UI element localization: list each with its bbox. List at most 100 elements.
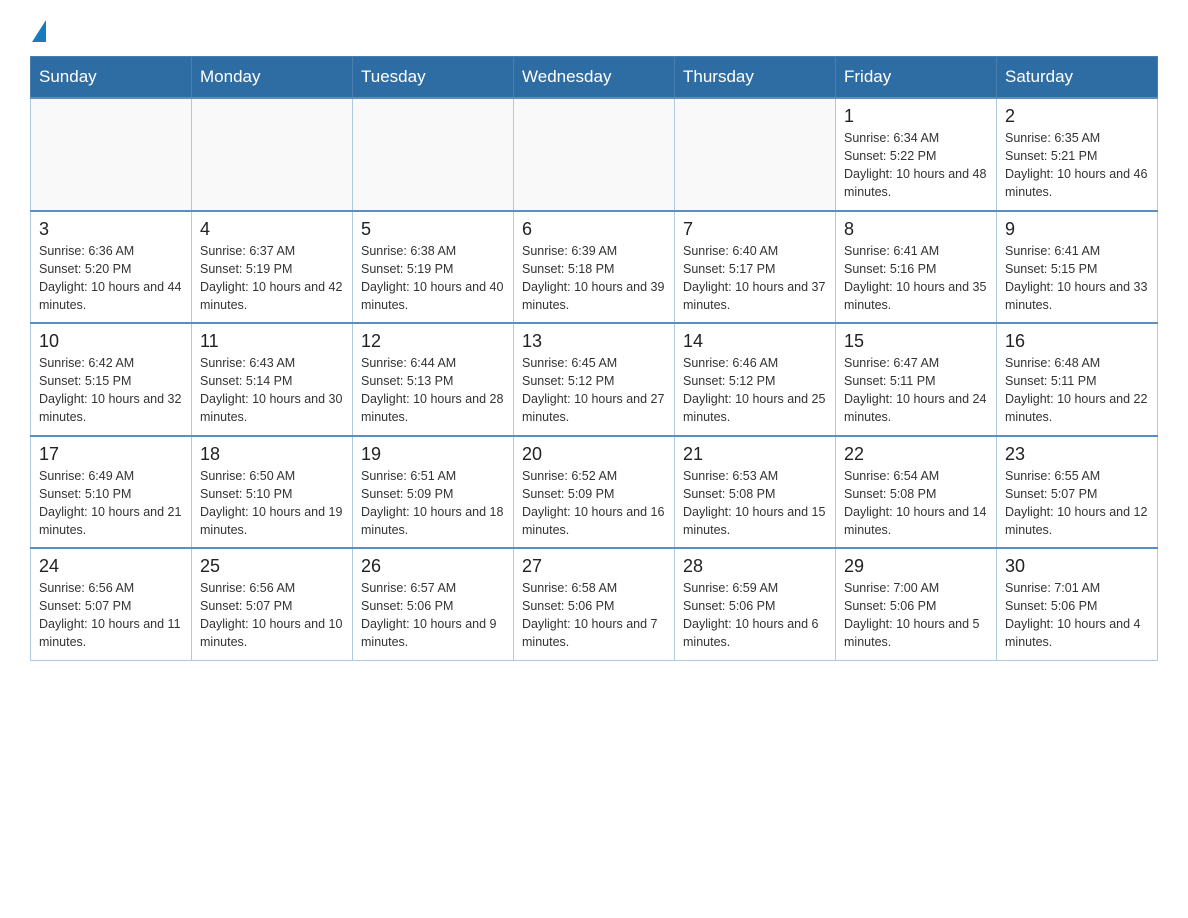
calendar-cell: 17Sunrise: 6:49 AMSunset: 5:10 PMDayligh… xyxy=(31,436,192,549)
day-info: Sunrise: 6:47 AMSunset: 5:11 PMDaylight:… xyxy=(844,354,988,427)
day-number: 20 xyxy=(522,444,666,465)
calendar-cell: 5Sunrise: 6:38 AMSunset: 5:19 PMDaylight… xyxy=(353,211,514,324)
day-number: 9 xyxy=(1005,219,1149,240)
day-info: Sunrise: 6:44 AMSunset: 5:13 PMDaylight:… xyxy=(361,354,505,427)
calendar-cell xyxy=(192,98,353,211)
day-info: Sunrise: 6:41 AMSunset: 5:15 PMDaylight:… xyxy=(1005,242,1149,315)
day-info: Sunrise: 6:37 AMSunset: 5:19 PMDaylight:… xyxy=(200,242,344,315)
day-number: 11 xyxy=(200,331,344,352)
calendar-cell: 25Sunrise: 6:56 AMSunset: 5:07 PMDayligh… xyxy=(192,548,353,660)
day-number: 25 xyxy=(200,556,344,577)
day-info: Sunrise: 6:57 AMSunset: 5:06 PMDaylight:… xyxy=(361,579,505,652)
day-info: Sunrise: 6:56 AMSunset: 5:07 PMDaylight:… xyxy=(200,579,344,652)
day-info: Sunrise: 6:51 AMSunset: 5:09 PMDaylight:… xyxy=(361,467,505,540)
week-row-2: 3Sunrise: 6:36 AMSunset: 5:20 PMDaylight… xyxy=(31,211,1158,324)
calendar-cell: 26Sunrise: 6:57 AMSunset: 5:06 PMDayligh… xyxy=(353,548,514,660)
day-info: Sunrise: 6:34 AMSunset: 5:22 PMDaylight:… xyxy=(844,129,988,202)
calendar-cell: 30Sunrise: 7:01 AMSunset: 5:06 PMDayligh… xyxy=(997,548,1158,660)
calendar-cell: 1Sunrise: 6:34 AMSunset: 5:22 PMDaylight… xyxy=(836,98,997,211)
calendar-cell: 24Sunrise: 6:56 AMSunset: 5:07 PMDayligh… xyxy=(31,548,192,660)
day-header-tuesday: Tuesday xyxy=(353,57,514,99)
day-number: 2 xyxy=(1005,106,1149,127)
calendar-cell xyxy=(514,98,675,211)
calendar-header-row: SundayMondayTuesdayWednesdayThursdayFrid… xyxy=(31,57,1158,99)
day-number: 3 xyxy=(39,219,183,240)
calendar-cell: 20Sunrise: 6:52 AMSunset: 5:09 PMDayligh… xyxy=(514,436,675,549)
day-header-monday: Monday xyxy=(192,57,353,99)
day-info: Sunrise: 6:42 AMSunset: 5:15 PMDaylight:… xyxy=(39,354,183,427)
calendar-table: SundayMondayTuesdayWednesdayThursdayFrid… xyxy=(30,56,1158,661)
day-info: Sunrise: 6:56 AMSunset: 5:07 PMDaylight:… xyxy=(39,579,183,652)
day-number: 24 xyxy=(39,556,183,577)
day-number: 30 xyxy=(1005,556,1149,577)
day-info: Sunrise: 6:59 AMSunset: 5:06 PMDaylight:… xyxy=(683,579,827,652)
week-row-5: 24Sunrise: 6:56 AMSunset: 5:07 PMDayligh… xyxy=(31,548,1158,660)
day-number: 28 xyxy=(683,556,827,577)
day-number: 8 xyxy=(844,219,988,240)
day-number: 7 xyxy=(683,219,827,240)
day-header-wednesday: Wednesday xyxy=(514,57,675,99)
day-number: 17 xyxy=(39,444,183,465)
day-info: Sunrise: 6:48 AMSunset: 5:11 PMDaylight:… xyxy=(1005,354,1149,427)
day-info: Sunrise: 7:01 AMSunset: 5:06 PMDaylight:… xyxy=(1005,579,1149,652)
day-number: 1 xyxy=(844,106,988,127)
calendar-cell: 21Sunrise: 6:53 AMSunset: 5:08 PMDayligh… xyxy=(675,436,836,549)
calendar-cell: 12Sunrise: 6:44 AMSunset: 5:13 PMDayligh… xyxy=(353,323,514,436)
calendar-cell: 4Sunrise: 6:37 AMSunset: 5:19 PMDaylight… xyxy=(192,211,353,324)
logo xyxy=(30,20,48,38)
day-info: Sunrise: 6:36 AMSunset: 5:20 PMDaylight:… xyxy=(39,242,183,315)
week-row-1: 1Sunrise: 6:34 AMSunset: 5:22 PMDaylight… xyxy=(31,98,1158,211)
calendar-cell: 15Sunrise: 6:47 AMSunset: 5:11 PMDayligh… xyxy=(836,323,997,436)
calendar-cell: 16Sunrise: 6:48 AMSunset: 5:11 PMDayligh… xyxy=(997,323,1158,436)
calendar-cell xyxy=(675,98,836,211)
day-number: 23 xyxy=(1005,444,1149,465)
calendar-cell: 27Sunrise: 6:58 AMSunset: 5:06 PMDayligh… xyxy=(514,548,675,660)
day-number: 27 xyxy=(522,556,666,577)
day-info: Sunrise: 6:39 AMSunset: 5:18 PMDaylight:… xyxy=(522,242,666,315)
day-number: 4 xyxy=(200,219,344,240)
calendar-cell: 2Sunrise: 6:35 AMSunset: 5:21 PMDaylight… xyxy=(997,98,1158,211)
calendar-cell: 29Sunrise: 7:00 AMSunset: 5:06 PMDayligh… xyxy=(836,548,997,660)
day-number: 5 xyxy=(361,219,505,240)
calendar-cell: 9Sunrise: 6:41 AMSunset: 5:15 PMDaylight… xyxy=(997,211,1158,324)
calendar-cell: 13Sunrise: 6:45 AMSunset: 5:12 PMDayligh… xyxy=(514,323,675,436)
day-number: 15 xyxy=(844,331,988,352)
calendar-cell: 23Sunrise: 6:55 AMSunset: 5:07 PMDayligh… xyxy=(997,436,1158,549)
day-info: Sunrise: 6:38 AMSunset: 5:19 PMDaylight:… xyxy=(361,242,505,315)
calendar-cell xyxy=(353,98,514,211)
day-header-thursday: Thursday xyxy=(675,57,836,99)
day-number: 14 xyxy=(683,331,827,352)
day-header-friday: Friday xyxy=(836,57,997,99)
calendar-cell: 3Sunrise: 6:36 AMSunset: 5:20 PMDaylight… xyxy=(31,211,192,324)
day-info: Sunrise: 6:43 AMSunset: 5:14 PMDaylight:… xyxy=(200,354,344,427)
day-number: 13 xyxy=(522,331,666,352)
day-number: 21 xyxy=(683,444,827,465)
calendar-cell: 6Sunrise: 6:39 AMSunset: 5:18 PMDaylight… xyxy=(514,211,675,324)
calendar-cell: 11Sunrise: 6:43 AMSunset: 5:14 PMDayligh… xyxy=(192,323,353,436)
day-info: Sunrise: 6:58 AMSunset: 5:06 PMDaylight:… xyxy=(522,579,666,652)
day-number: 16 xyxy=(1005,331,1149,352)
day-number: 22 xyxy=(844,444,988,465)
day-number: 19 xyxy=(361,444,505,465)
day-number: 12 xyxy=(361,331,505,352)
day-info: Sunrise: 6:54 AMSunset: 5:08 PMDaylight:… xyxy=(844,467,988,540)
day-info: Sunrise: 6:55 AMSunset: 5:07 PMDaylight:… xyxy=(1005,467,1149,540)
day-info: Sunrise: 6:46 AMSunset: 5:12 PMDaylight:… xyxy=(683,354,827,427)
day-info: Sunrise: 6:49 AMSunset: 5:10 PMDaylight:… xyxy=(39,467,183,540)
calendar-cell: 28Sunrise: 6:59 AMSunset: 5:06 PMDayligh… xyxy=(675,548,836,660)
day-info: Sunrise: 6:45 AMSunset: 5:12 PMDaylight:… xyxy=(522,354,666,427)
day-info: Sunrise: 7:00 AMSunset: 5:06 PMDaylight:… xyxy=(844,579,988,652)
day-number: 29 xyxy=(844,556,988,577)
logo-top xyxy=(30,20,48,42)
calendar-cell: 18Sunrise: 6:50 AMSunset: 5:10 PMDayligh… xyxy=(192,436,353,549)
calendar-cell: 7Sunrise: 6:40 AMSunset: 5:17 PMDaylight… xyxy=(675,211,836,324)
day-info: Sunrise: 6:35 AMSunset: 5:21 PMDaylight:… xyxy=(1005,129,1149,202)
calendar-cell: 22Sunrise: 6:54 AMSunset: 5:08 PMDayligh… xyxy=(836,436,997,549)
calendar-cell: 19Sunrise: 6:51 AMSunset: 5:09 PMDayligh… xyxy=(353,436,514,549)
week-row-3: 10Sunrise: 6:42 AMSunset: 5:15 PMDayligh… xyxy=(31,323,1158,436)
day-number: 26 xyxy=(361,556,505,577)
calendar-cell: 10Sunrise: 6:42 AMSunset: 5:15 PMDayligh… xyxy=(31,323,192,436)
calendar-cell: 14Sunrise: 6:46 AMSunset: 5:12 PMDayligh… xyxy=(675,323,836,436)
day-info: Sunrise: 6:50 AMSunset: 5:10 PMDaylight:… xyxy=(200,467,344,540)
calendar-cell: 8Sunrise: 6:41 AMSunset: 5:16 PMDaylight… xyxy=(836,211,997,324)
